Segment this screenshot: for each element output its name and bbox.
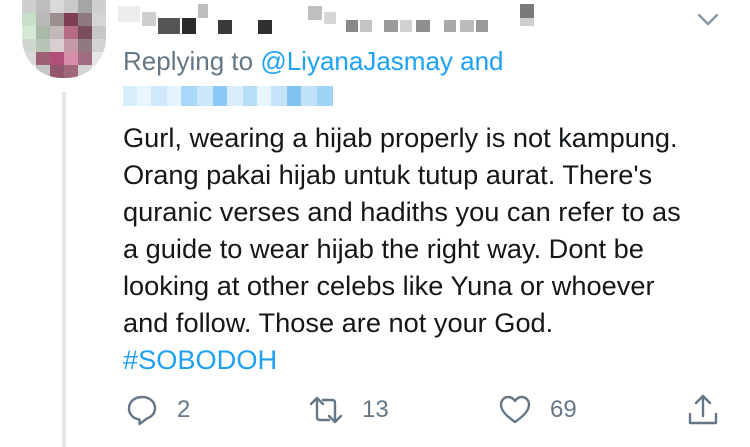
- reply-icon: [127, 395, 157, 426]
- share-icon: [688, 394, 718, 425]
- tweet-text-line: Orang pakai hijab untuk tutup aurat. The…: [123, 159, 653, 190]
- replying-to-others-link[interactable]: and: [460, 46, 503, 76]
- tweet-text-line: Gurl, wearing a hijab properly is not ka…: [123, 122, 678, 153]
- like-button[interactable]: 69: [498, 390, 577, 430]
- replying-to: Replying to @LiyanaJasmay and: [123, 46, 504, 76]
- mention-link[interactable]: @LiyanaJasmay: [260, 46, 453, 76]
- tweet-text-line: quranic verses and hadiths you can refer…: [123, 196, 681, 227]
- retweet-icon: [309, 396, 343, 424]
- share-button[interactable]: [686, 390, 720, 430]
- hashtag-link[interactable]: #SOBODOH: [123, 341, 733, 378]
- like-count: 69: [550, 396, 577, 423]
- tweet-actions: 2 13 69: [0, 390, 750, 430]
- mention-redacted[interactable]: [123, 86, 333, 106]
- tweet-text: Gurl, wearing a hijab properly is not ka…: [123, 119, 733, 378]
- heart-icon: [499, 395, 531, 424]
- author-name-redacted[interactable]: [118, 4, 678, 34]
- tweet-text-line: and follow. Those are not your God.: [123, 307, 554, 338]
- retweet-count: 13: [362, 396, 389, 423]
- reply-count: 2: [177, 396, 191, 423]
- tweet-text-line: a guide to wear hijab the right way. Don…: [123, 233, 644, 264]
- reply-button[interactable]: 2: [125, 390, 190, 430]
- replying-to-label: Replying to: [123, 46, 254, 76]
- chevron-down-icon[interactable]: [696, 10, 720, 30]
- retweet-button[interactable]: 13: [308, 390, 389, 430]
- tweet-text-line: looking at other celebs like Yuna or who…: [123, 270, 655, 301]
- avatar[interactable]: [22, 0, 106, 78]
